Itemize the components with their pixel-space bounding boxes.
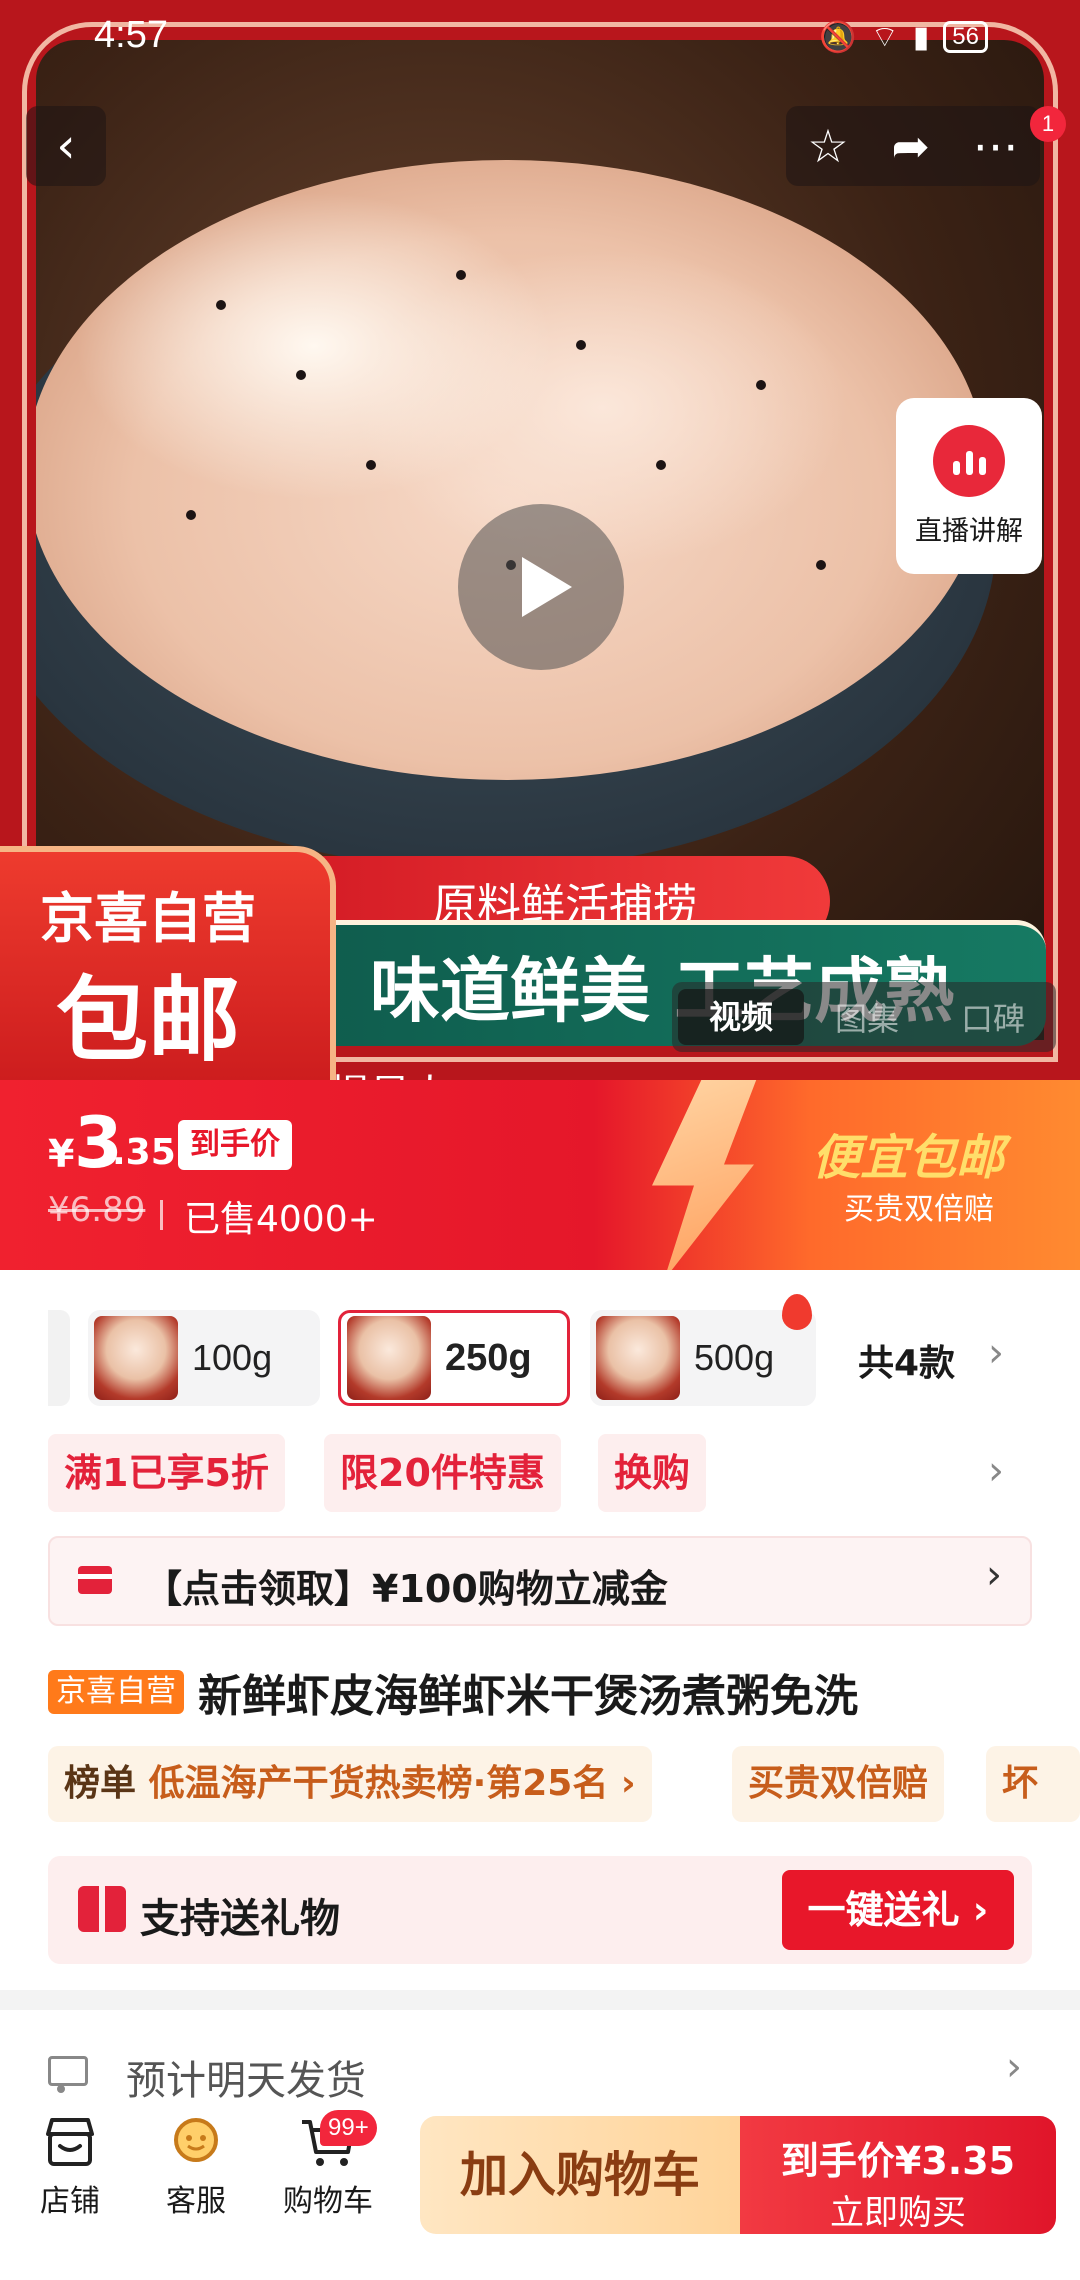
product-title: 新鲜虾皮海鲜虾米干煲汤煮粥免洗	[198, 1671, 858, 1722]
status-icons: 🔕 ⌔ ▮ 56	[819, 18, 988, 56]
price-decimal: .35	[112, 1132, 176, 1173]
chevron-right-icon[interactable]: ›	[988, 1448, 1004, 1494]
promo-chip[interactable]: 限20件特惠	[324, 1434, 561, 1512]
store-icon	[46, 2118, 94, 2166]
guarantee-chip[interactable]: 买贵双倍赔	[732, 1746, 945, 1822]
status-time: 4:57	[94, 14, 168, 56]
store-label: 店铺	[40, 2184, 100, 2219]
play-icon	[522, 557, 572, 617]
cart-label: 购物车	[283, 2184, 373, 2219]
shipping-text: 预计明天发货	[126, 2058, 366, 2104]
coupon-text: 【点击领取】¥100购物立减金	[144, 1567, 668, 1611]
sku-label: 250g	[445, 1336, 532, 1379]
truck-icon	[48, 2056, 88, 2093]
rank-chip[interactable]: 榜单 低温海产干货热卖榜·第25名 ›	[48, 1746, 652, 1822]
bottom-bar: 店铺 客服 购物车 99+ 加入购物车 到手价¥3.35 立即购买	[0, 2100, 1080, 2280]
coupon-banner[interactable]: 【点击领取】¥100购物立减金 ›	[48, 1536, 1032, 1626]
add-to-cart-button[interactable]: 加入购物车	[420, 2116, 740, 2234]
promo-subline: 买贵双倍赔	[844, 1192, 994, 1227]
service-button[interactable]: 客服	[136, 2114, 256, 2220]
jx-badge-top: 京喜自营	[40, 887, 256, 950]
buy-now-button[interactable]: 到手价¥3.35 立即购买	[740, 2116, 1056, 2234]
price-symbol: ¥	[48, 1132, 75, 1176]
store-button[interactable]: 店铺	[10, 2114, 130, 2220]
sku-selector: 100g 250g 500g 共4款 ›	[0, 1294, 1080, 1406]
tab-video[interactable]: 视频	[678, 989, 804, 1045]
chevron-right-icon: ›	[1006, 2044, 1022, 2090]
coupon-icon	[78, 1566, 112, 1594]
gift-banner: 支持送礼物 一键送礼 ›	[48, 1856, 1032, 1964]
store-tag: 京喜自营	[48, 1670, 184, 1714]
chevron-right-icon: ›	[620, 1763, 636, 1804]
top-actions: ☆ ➦ ⋯	[786, 106, 1040, 186]
price-banner: ¥ 3 .35 到手价 ¥6.89 已售4000+ 便宜包邮 买贵双倍赔	[0, 1080, 1080, 1270]
back-icon: ‹	[56, 118, 76, 174]
notif-badge: 1	[1030, 106, 1066, 142]
jx-badge-bottom: 包邮	[56, 967, 241, 1074]
sku-thumbnail	[94, 1316, 178, 1400]
sold-count: 已售4000+	[184, 1199, 378, 1240]
live-button[interactable]: 直播讲解	[896, 398, 1042, 574]
watermark: 慢星人2475387XU	[330, 1062, 661, 1080]
sku-peek[interactable]	[48, 1310, 70, 1406]
original-price: ¥6.89	[48, 1190, 146, 1230]
send-gift-button[interactable]: 一键送礼 ›	[782, 1870, 1014, 1950]
tab-gallery[interactable]: 图集	[804, 994, 930, 1040]
star-icon[interactable]: ☆	[807, 119, 848, 173]
product-hero: 4:57 🔕 ⌔ ▮ 56 ‹ ☆ ➦ ⋯ 1 直播讲解 原料鲜活捕捞 味道鲜美…	[0, 0, 1080, 1080]
wifi-icon: ⌔	[870, 20, 899, 55]
service-label: 客服	[166, 2184, 226, 2219]
sku-label: 500g	[694, 1337, 775, 1378]
promo-headline: 便宜包邮	[812, 1130, 1005, 1186]
bolt-decoration	[652, 1080, 760, 1270]
more-icon[interactable]: ⋯	[973, 119, 1019, 173]
product-info: 100g 250g 500g 共4款 › 满1已享5折 限20件特惠 换购 › …	[0, 1270, 1080, 1990]
play-button[interactable]	[458, 504, 624, 670]
back-button[interactable]: ‹	[26, 106, 106, 186]
rank-label: 榜单	[64, 1763, 137, 1804]
service-icon	[174, 2118, 218, 2162]
gift-text: 支持送礼物	[140, 1896, 340, 1942]
media-tabs: 视频 图集 口碑	[672, 982, 1056, 1052]
hot-icon	[782, 1294, 812, 1330]
mute-icon: 🔕	[819, 19, 857, 55]
promo-row: 满1已享5折 限20件特惠 换购 ›	[0, 1434, 1080, 1512]
live-label: 直播讲解	[915, 515, 1023, 547]
price-tag: 到手价	[178, 1120, 292, 1170]
tab-reviews[interactable]: 口碑	[930, 994, 1056, 1040]
live-icon	[933, 424, 1005, 497]
chevron-right-icon[interactable]: ›	[988, 1330, 1004, 1376]
battery-icon: 56	[943, 21, 988, 53]
jx-badge: 京喜自营 包邮	[0, 846, 336, 1080]
damage-chip[interactable]: 坏损	[986, 1746, 1080, 1822]
buy-price: 到手价¥3.35	[780, 2139, 1016, 2183]
gift-icon	[78, 1880, 126, 1932]
promo-chip[interactable]: 满1已享5折	[48, 1434, 285, 1512]
divider	[160, 1200, 163, 1230]
rank-text: 低温海产干货热卖榜·第25名	[148, 1763, 609, 1804]
sku-500g[interactable]: 500g	[590, 1310, 816, 1406]
promo-chip[interactable]: 换购	[598, 1434, 707, 1512]
sku-thumbnail	[347, 1316, 431, 1400]
sku-250g[interactable]: 250g	[338, 1310, 570, 1406]
buy-label: 立即购买	[830, 2193, 966, 2233]
sku-label: 100g	[192, 1337, 273, 1378]
rank-row: 榜单 低温海产干货热卖榜·第25名 › 买贵双倍赔 坏损	[0, 1746, 1080, 1822]
alert-icon: ▮	[912, 19, 930, 55]
cart-badge: 99+	[320, 2110, 377, 2146]
share-icon[interactable]: ➦	[891, 119, 930, 173]
status-bar: 4:57 🔕 ⌔ ▮ 56	[0, 0, 1080, 70]
send-gift-label: 一键送礼	[807, 1888, 960, 1932]
sku-100g[interactable]: 100g	[88, 1310, 320, 1406]
chevron-right-icon: ›	[986, 1552, 1002, 1598]
title-row: 京喜自营 新鲜虾皮海鲜虾米干煲汤煮粥免洗	[48, 1662, 1048, 1722]
sku-thumbnail	[596, 1316, 680, 1400]
sku-total[interactable]: 共4款	[858, 1334, 955, 1386]
